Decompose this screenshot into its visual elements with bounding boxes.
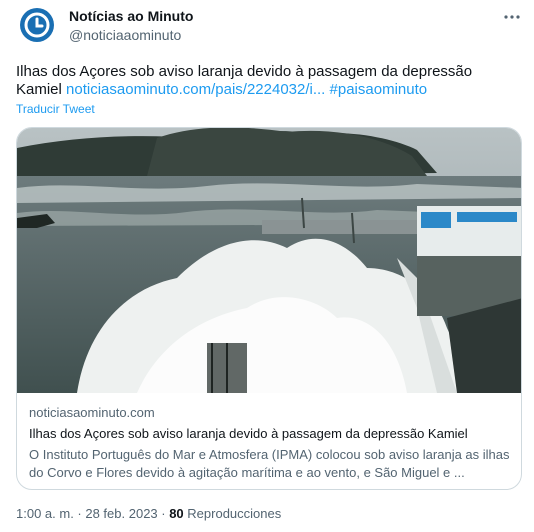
tweet-text-line2: Kamiel [16, 81, 67, 98]
card-title: Ilhas dos Açores sob aviso laranja devid… [29, 426, 468, 441]
tweet-text: Ilhas dos Açores sob aviso laranja devid… [16, 63, 522, 99]
more-options-button[interactable] [502, 8, 522, 26]
card-domain: noticiasaominuto.com [29, 405, 155, 420]
views-label: Reproducciones [183, 506, 282, 521]
more-dots-icon [504, 15, 520, 19]
card-description: O Instituto Português do Mar e Atmosfera… [29, 447, 510, 480]
account-name[interactable]: Notícias ao Minuto [69, 8, 193, 24]
link-preview-card[interactable]: noticiasaominuto.com Ilhas dos Açores so… [16, 127, 522, 490]
stormy-sea-photo [17, 128, 521, 393]
tweet-hashtag[interactable]: #paisaominuto [330, 81, 428, 98]
account-handle[interactable]: @noticiaaominuto [69, 27, 181, 43]
tweet-meta: 1:00 a. m. · 28 feb. 2023 · 80 Reproducc… [16, 506, 281, 521]
card-image[interactable] [17, 128, 521, 393]
translate-tweet-link[interactable]: Traducir Tweet [16, 102, 95, 116]
tweet-timestamp[interactable]: 1:00 a. m. · 28 feb. 2023 · [16, 506, 169, 521]
tweet-text-line1: Ilhas dos Açores sob aviso laranja devid… [16, 63, 473, 80]
tweet-link[interactable]: noticiasaominuto.com/pais/2224032/i... [66, 81, 325, 98]
avatar[interactable] [20, 8, 54, 42]
tweet-header: Notícias ao Minuto @noticiaaominuto [16, 6, 522, 46]
clock-logo-icon [24, 12, 50, 38]
views-count: 80 [169, 506, 184, 521]
card-body: noticiasaominuto.com Ilhas dos Açores so… [29, 404, 511, 482]
